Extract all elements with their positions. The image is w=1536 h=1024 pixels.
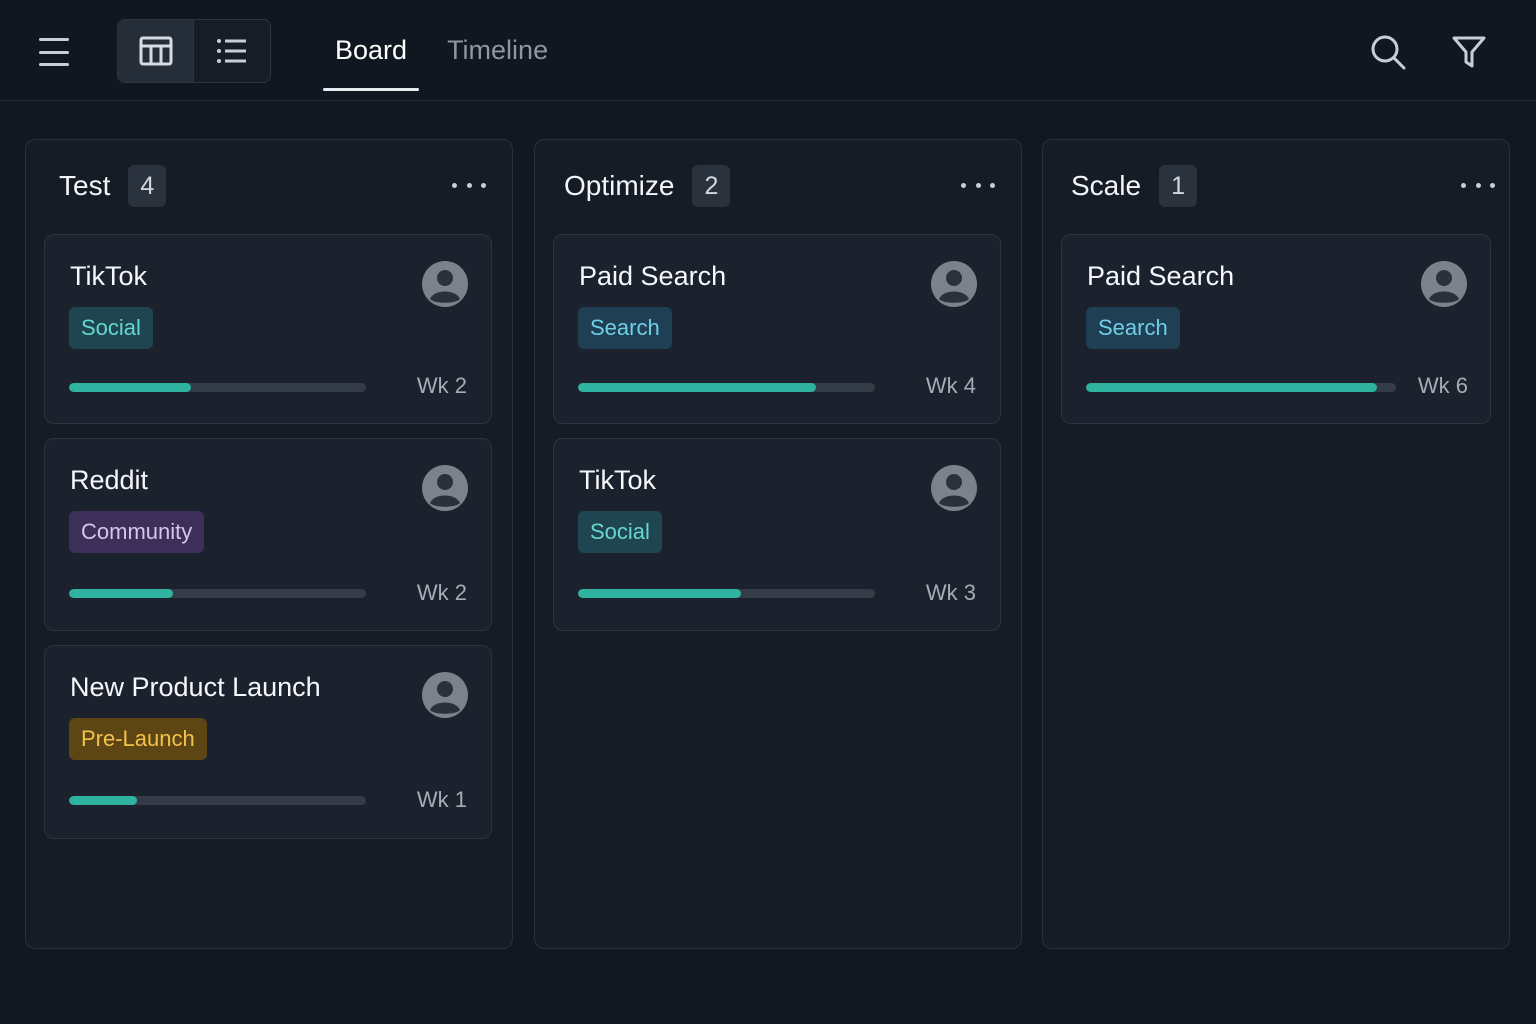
progress-bar [578,383,875,392]
avatar-icon [422,261,468,307]
hamburger-menu-icon[interactable] [34,34,74,70]
progress-fill [69,589,173,598]
board-grid-icon [139,36,172,66]
progress-bar [69,383,366,392]
tag-social[interactable]: Social [578,511,662,553]
task-card[interactable]: Paid Search Search Wk 6 [1061,234,1491,424]
progress-bar [69,589,366,598]
task-card[interactable]: New Product Launch Pre-Launch Wk 1 [44,645,492,839]
search-button[interactable] [1366,30,1410,74]
progress-bar [69,796,366,805]
search-icon [1371,35,1406,70]
list-icon [217,39,246,63]
card-title: TikTok [70,261,148,291]
column-title: Scale [1071,170,1142,201]
tag-search[interactable]: Search [578,307,672,349]
avatar-icon [1421,261,1467,307]
tag-social[interactable]: Social [69,307,153,349]
tag-community[interactable]: Community [69,511,205,553]
top-bar: Board Timeline [0,0,1536,101]
task-card[interactable]: TikTok Social Wk 3 [553,438,1001,631]
task-card[interactable]: Reddit Community Wk 2 [44,438,492,631]
column-count-badge: 4 [128,165,167,207]
column-title: Optimize [564,170,675,201]
avatar-icon [931,261,977,307]
view-tabs: Board Timeline [323,0,576,101]
list-view-button[interactable] [194,20,270,82]
avatar-icon [422,465,468,511]
tab-board[interactable]: Board [323,0,420,101]
progress-fill [1086,383,1378,392]
tag-search[interactable]: Search [1086,307,1180,349]
progress-fill [69,796,138,805]
progress-bar [1086,383,1396,392]
card-title: Paid Search [1087,261,1235,291]
column-count-badge: 2 [692,165,731,207]
task-card[interactable]: TikTok Social Wk 2 [44,234,492,424]
week-label: Wk 2 [416,580,467,605]
tab-timeline[interactable]: Timeline [435,0,560,101]
column-header: Scale 1 [1071,164,1198,208]
card-title: New Product Launch [70,672,321,702]
progress-bar [578,589,875,598]
board-view-button[interactable] [118,20,194,82]
task-card[interactable]: Paid Search Search Wk 4 [553,234,1001,424]
column-header: Test 4 [59,164,167,208]
column-optimize: Optimize 2 Paid Search Search Wk 4 TikTo… [534,139,1022,949]
tag-prelaunch[interactable]: Pre-Launch [69,718,207,760]
card-title: Reddit [70,465,149,495]
week-label: Wk 6 [1417,373,1468,398]
more-options-icon[interactable] [961,174,995,196]
week-label: Wk 3 [925,580,976,605]
more-options-icon[interactable] [1461,174,1495,196]
filter-button[interactable] [1447,30,1491,74]
column-scale: Scale 1 Paid Search Search Wk 6 [1042,139,1510,949]
week-label: Wk 1 [416,787,467,812]
column-header: Optimize 2 [564,164,731,208]
more-options-icon[interactable] [452,174,486,196]
progress-fill [578,589,742,598]
column-test: Test 4 TikTok Social Wk 2 Reddit Communi… [25,139,513,949]
card-title: Paid Search [579,261,727,291]
column-title: Test [59,170,111,201]
avatar-icon [422,672,468,718]
progress-fill [578,383,816,392]
column-count-badge: 1 [1159,165,1198,207]
card-title: TikTok [579,465,657,495]
view-toggle [117,19,271,83]
week-label: Wk 2 [416,373,467,398]
progress-fill [69,383,191,392]
avatar-icon [931,465,977,511]
week-label: Wk 4 [925,373,976,398]
filter-icon [1452,36,1486,68]
